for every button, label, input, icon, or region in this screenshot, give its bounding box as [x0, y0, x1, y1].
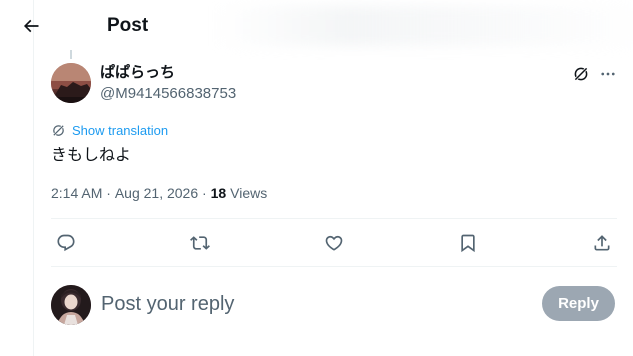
- grok-icon: [572, 65, 590, 83]
- heart-icon: [324, 233, 344, 253]
- header-backdrop: [214, 6, 633, 46]
- show-translation-label: Show translation: [72, 122, 169, 138]
- post-date[interactable]: Aug 21, 2026: [115, 184, 198, 202]
- author-display-name[interactable]: ぱぱらっち: [100, 64, 175, 82]
- more-options-button[interactable]: [597, 63, 619, 85]
- post-detail-page: Post ぱぱらっち @M9414566838753 Show translat…: [0, 0, 633, 356]
- arrow-left-icon: [21, 16, 41, 36]
- globe-translate-icon: [51, 123, 66, 138]
- grok-button[interactable]: [570, 63, 592, 85]
- author-avatar[interactable]: [51, 63, 91, 103]
- share-action-button[interactable]: [589, 230, 615, 256]
- meta-separator: ·: [102, 185, 115, 201]
- thread-connector-line: [70, 50, 72, 59]
- back-button[interactable]: [14, 9, 48, 43]
- divider-bottom: [51, 266, 617, 267]
- views-label: Views: [230, 185, 268, 201]
- meta-separator: ·: [198, 185, 211, 201]
- reply-button[interactable]: Reply: [542, 286, 615, 321]
- reply-input[interactable]: Post your reply: [101, 292, 234, 316]
- comment-icon: [56, 233, 76, 253]
- like-action-button[interactable]: [321, 230, 347, 256]
- author-handle[interactable]: @M9414566838753: [100, 85, 236, 103]
- bookmark-action-button[interactable]: [455, 230, 481, 256]
- page-title: Post: [107, 15, 149, 36]
- post-meta: 2:14 AM · Aug 21, 2026 · 18 Views: [51, 184, 267, 202]
- share-icon: [592, 233, 612, 253]
- views-count: 18: [210, 185, 227, 201]
- show-translation-link[interactable]: Show translation: [51, 121, 168, 139]
- post-time[interactable]: 2:14 AM: [51, 184, 102, 202]
- column-border: [33, 0, 34, 356]
- repost-action-button[interactable]: [187, 230, 213, 256]
- more-dots-icon: [599, 65, 617, 83]
- current-user-avatar[interactable]: [51, 285, 91, 325]
- divider-top: [51, 218, 617, 219]
- repost-icon: [190, 233, 210, 253]
- reply-action-button[interactable]: [53, 230, 79, 256]
- bookmark-icon: [458, 233, 478, 253]
- post-text: きもしねよ: [51, 145, 132, 164]
